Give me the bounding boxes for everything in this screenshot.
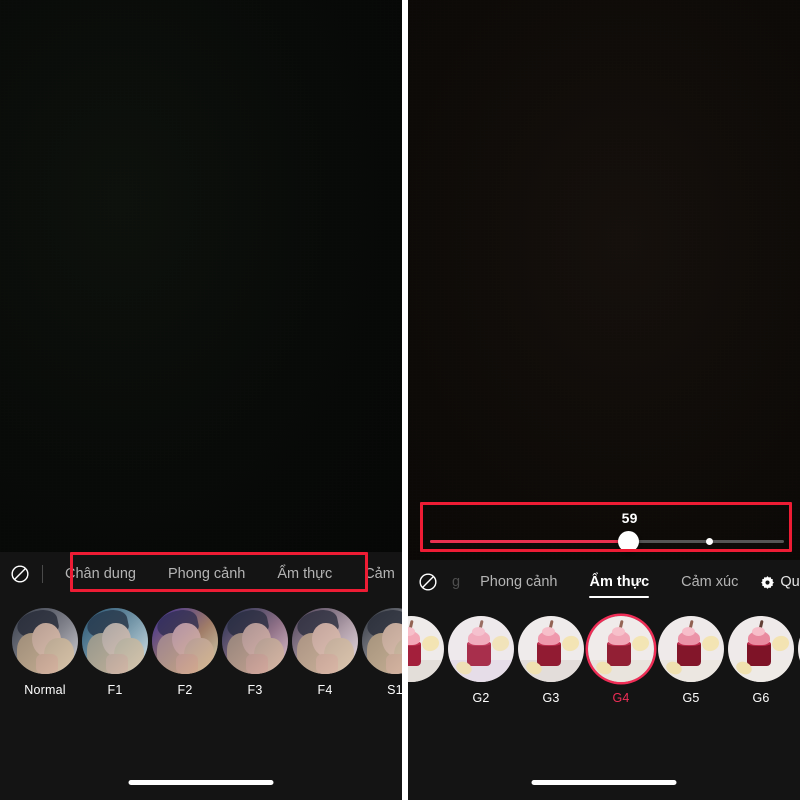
- filter-thumbnail[interactable]: [728, 616, 794, 682]
- drink-art: [408, 616, 444, 682]
- filter-label: G5: [682, 691, 700, 705]
- filter-item-g2[interactable]: G2: [446, 616, 516, 705]
- filter-item-f1[interactable]: F1: [80, 608, 150, 697]
- slider-fill: [430, 540, 629, 543]
- home-indicator-right: [531, 780, 677, 785]
- settings-label: Qu: [780, 574, 800, 590]
- filter-label: G6: [752, 691, 770, 705]
- left-filter-filmstrip[interactable]: Normal F1 F2 F3 F4 S1: [0, 596, 402, 697]
- filter-item-g3[interactable]: G3: [516, 616, 586, 705]
- filter-label: F4: [317, 683, 333, 697]
- filter-label-selected: G4: [612, 691, 630, 705]
- tabstrip-divider-left: [42, 565, 43, 583]
- filter-item-f2[interactable]: F2: [150, 608, 220, 697]
- slider-thumb[interactable]: [618, 531, 640, 552]
- tab-label: Cảm: [364, 566, 395, 582]
- portrait-art: [292, 608, 358, 674]
- tab-label: Cảm xúc: [681, 574, 739, 590]
- tab-chan-dung[interactable]: Chân dung: [49, 552, 152, 596]
- gear-icon: [761, 575, 775, 589]
- tab-label: Phong cảnh: [167, 566, 246, 582]
- right-tabs-container: g Phong cảnh Ẩm thực Cảm xúc Qu: [448, 560, 800, 604]
- filter-item-g6[interactable]: G6: [726, 616, 796, 705]
- tab-label: Ẩm thực: [589, 574, 650, 590]
- filter-thumbnail[interactable]: [448, 616, 514, 682]
- tab-label: Chân dung: [65, 566, 136, 582]
- filter-item-s1[interactable]: S1: [360, 608, 402, 697]
- ban-icon: [11, 565, 29, 583]
- right-category-tabstrip: g Phong cảnh Ẩm thực Cảm xúc Qu: [408, 560, 800, 604]
- filter-item-f3[interactable]: F3: [220, 608, 290, 697]
- dual-screenshot-comparison: Chân dung Phong cảnh Ẩm thực Cảm Normal …: [0, 0, 800, 800]
- filter-label: S1: [387, 683, 402, 697]
- drink-art: [448, 616, 514, 682]
- tab-label: Ẩm thực: [277, 566, 333, 582]
- filter-thumbnail[interactable]: [658, 616, 724, 682]
- tab-phong-canh-right[interactable]: Phong cảnh: [464, 560, 573, 604]
- ban-icon: [419, 573, 437, 591]
- settings-entry[interactable]: Qu: [754, 574, 800, 590]
- filter-intensity-slider[interactable]: 59: [418, 508, 796, 558]
- slider-area[interactable]: 59: [418, 508, 796, 558]
- left-bottom-control-dock: Chân dung Phong cảnh Ẩm thực Cảm Normal …: [0, 552, 402, 800]
- home-indicator-left: [128, 780, 274, 785]
- tab-phong-canh-left[interactable]: Phong cảnh: [152, 552, 261, 596]
- filter-thumbnail[interactable]: [12, 608, 78, 674]
- filter-label: Normal: [24, 683, 66, 697]
- filter-label: G3: [542, 691, 560, 705]
- tab-am-thuc-right[interactable]: Ẩm thực: [573, 560, 665, 604]
- drink-art: [588, 616, 654, 682]
- filter-thumbnail[interactable]: [222, 608, 288, 674]
- tab-underline: [589, 595, 650, 598]
- filter-label: F2: [177, 683, 193, 697]
- filter-thumbnail[interactable]: [292, 608, 358, 674]
- filter-item-partial-end[interactable]: [796, 616, 800, 691]
- slider-track[interactable]: [430, 531, 784, 552]
- filter-item-normal[interactable]: Normal: [10, 608, 80, 697]
- filter-label: G2: [472, 691, 490, 705]
- portrait-art: [222, 608, 288, 674]
- filter-thumbnail[interactable]: [82, 608, 148, 674]
- drink-art: [518, 616, 584, 682]
- filter-item-partial-start[interactable]: [408, 616, 446, 691]
- tab-am-thuc-left[interactable]: Ẩm thực: [261, 552, 348, 596]
- tab-cam-xuc-left-partial[interactable]: Cảm: [348, 552, 402, 596]
- left-category-tabstrip: Chân dung Phong cảnh Ẩm thực Cảm: [0, 552, 402, 596]
- no-filter-button-left[interactable]: [0, 564, 40, 584]
- slider-default-marker: [706, 538, 714, 545]
- left-screenshot-panel: Chân dung Phong cảnh Ẩm thực Cảm Normal …: [0, 0, 402, 800]
- tab-label: Phong cảnh: [480, 574, 558, 590]
- filter-item-f4[interactable]: F4: [290, 608, 360, 697]
- right-filter-filmstrip[interactable]: G2 G3 G4 G5 G6: [408, 604, 800, 705]
- filter-thumbnail-selected[interactable]: [588, 616, 654, 682]
- filter-thumbnail[interactable]: [152, 608, 218, 674]
- drink-art: [658, 616, 724, 682]
- tab-label: g: [452, 574, 461, 590]
- right-bottom-control-dock: 59 g Phong cảnh Ẩm thực Cảm xúc Qu G2 G3…: [408, 510, 800, 800]
- portrait-art: [12, 608, 78, 674]
- portrait-art: [152, 608, 218, 674]
- filter-thumbnail[interactable]: [518, 616, 584, 682]
- tab-cam-xuc-right[interactable]: Cảm xúc: [665, 560, 754, 604]
- drink-art: [728, 616, 794, 682]
- no-filter-button-right[interactable]: [408, 572, 448, 592]
- portrait-art: [82, 608, 148, 674]
- filter-item-g4[interactable]: G4: [586, 616, 656, 705]
- portrait-art: [362, 608, 402, 674]
- slider-value-label: 59: [621, 510, 638, 526]
- left-tabs-container: Chân dung Phong cảnh Ẩm thực Cảm: [49, 552, 402, 596]
- filter-label: F1: [107, 683, 123, 697]
- filter-item-g5[interactable]: G5: [656, 616, 726, 705]
- filter-thumbnail[interactable]: [362, 608, 402, 674]
- tab-truncated-right[interactable]: g: [448, 560, 464, 604]
- filter-label: F3: [247, 683, 263, 697]
- right-screenshot-panel: 59 g Phong cảnh Ẩm thực Cảm xúc Qu G2 G3…: [408, 0, 800, 800]
- filter-thumbnail[interactable]: [408, 616, 444, 682]
